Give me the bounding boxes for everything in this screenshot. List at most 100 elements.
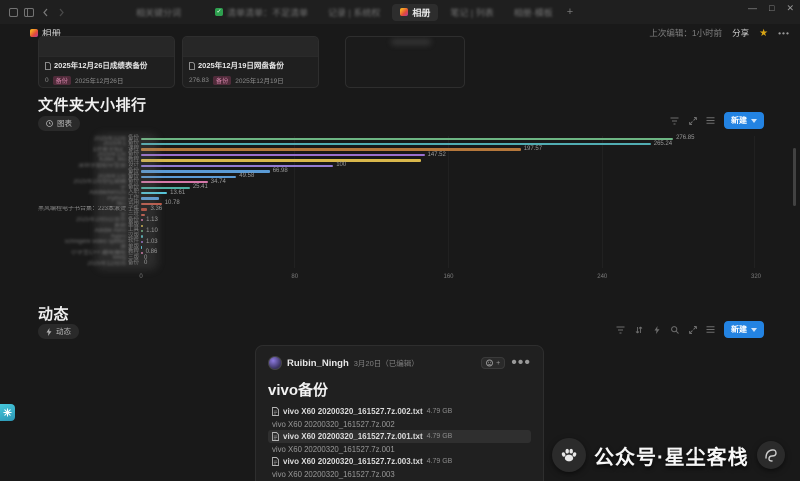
- expand-icon[interactable]: [687, 115, 698, 126]
- filter-icon[interactable]: [615, 324, 626, 335]
- file-row[interactable]: vivo X60 20200320_161527.7z.003.txt4.79 …: [268, 455, 531, 468]
- feed-more-icon[interactable]: •••: [511, 354, 531, 372]
- chevron-down-icon: [751, 119, 757, 123]
- chevron-down-icon: [751, 328, 757, 332]
- tab-label: 记录 | 系统权: [328, 6, 380, 19]
- app-window: 相关键分词 ✓清单清单：不足清单记录 | 系统权相册笔记 | 列表 相册·模板 +…: [0, 0, 800, 481]
- filter-icon[interactable]: [669, 115, 680, 126]
- file-row[interactable]: vivo X60 20200320_161527.7z.002.txt4.79 …: [268, 405, 531, 418]
- watermark: 公众号·星尘客栈: [552, 438, 785, 472]
- chart-bar: [141, 235, 143, 237]
- card-backup-1219[interactable]: 2025年12月19日网盘备份 276.83 备份 2025年12月19日: [182, 36, 319, 88]
- chart-bar: [141, 165, 333, 167]
- tab-1[interactable]: 记录 | 系统权: [320, 4, 388, 21]
- title-bar: 相关键分词 ✓清单清单：不足清单记录 | 系统权相册笔记 | 列表 相册·模板 +…: [0, 0, 800, 24]
- workspace-label: 相关键分词: [136, 6, 181, 19]
- folder-size-bar-chart: 2025年12月备份276.852025年1备份265.24【评审字帖】课程19…: [38, 136, 756, 268]
- chart-bar: [141, 176, 236, 178]
- watermark-logo-icon: [757, 441, 785, 469]
- menu-icon[interactable]: [705, 324, 716, 335]
- new-tab-button[interactable]: +: [561, 6, 579, 18]
- chart-bar: [141, 197, 159, 199]
- share-button[interactable]: 分享: [732, 27, 749, 39]
- chart-bar-track: 0: [141, 261, 756, 266]
- view-pill-label: 图表: [57, 118, 72, 129]
- sidebar-toggle-icon[interactable]: [24, 7, 34, 17]
- add-reaction-button[interactable]: +: [481, 357, 505, 369]
- chart-bar: [141, 241, 143, 243]
- chart-bar: [141, 170, 270, 172]
- floating-tool-icon[interactable]: [0, 404, 15, 421]
- back-icon[interactable]: [40, 7, 50, 17]
- file-size: 4.79 GB: [427, 408, 453, 415]
- card-badge: 备份: [213, 76, 231, 85]
- file-row[interactable]: vivo X60 20200320_161527.7z.001.txt4.79 …: [268, 430, 531, 443]
- card-dark[interactable]: [345, 36, 465, 88]
- file-icon: [45, 62, 51, 70]
- tab-0[interactable]: ✓清单清单：不足清单: [207, 4, 316, 21]
- card-backup-1226[interactable]: 2025年12月26日成绩表备份 0 备份 2025年12月26日: [38, 36, 175, 88]
- chart-row-label: 2025年12月05: [38, 261, 126, 267]
- watermark-text: 公众号·星尘客栈: [594, 441, 749, 470]
- expand-icon[interactable]: [687, 324, 698, 335]
- file-icon: [272, 432, 279, 441]
- file-name: vivo X60 20200320_161527.7z.003.txt: [283, 457, 423, 466]
- view-pill-label: 动态: [56, 326, 71, 337]
- card-cover: [183, 37, 318, 57]
- photo-icon: [400, 8, 408, 16]
- view-pill-activity[interactable]: 动态: [38, 324, 79, 339]
- forward-icon[interactable]: [56, 7, 66, 17]
- maximize-button[interactable]: □: [769, 3, 774, 14]
- chart-bar: [141, 219, 143, 221]
- new-button-folder[interactable]: 新建: [724, 112, 764, 129]
- card-value: 276.83: [189, 77, 209, 84]
- chart-bar: [141, 138, 673, 140]
- tab-strip: ✓清单清单：不足清单记录 | 系统权相册笔记 | 列表 相册·模板: [207, 4, 561, 21]
- sort-icon[interactable]: [633, 324, 644, 335]
- card-date: 2025年12月19日: [235, 75, 283, 85]
- chart-bar: [141, 181, 208, 183]
- tab-3[interactable]: 笔记 | 列表: [442, 4, 501, 21]
- more-options-icon[interactable]: •••: [778, 28, 790, 38]
- search-icon[interactable]: [669, 324, 680, 335]
- chart-bar: [141, 154, 425, 156]
- chart-row-label: 深圳学励初中全部: [38, 163, 126, 169]
- minimize-button[interactable]: —: [748, 3, 757, 14]
- feed-timestamp: 3月20日（已编辑）: [354, 358, 419, 369]
- chart-row: 2025年12月05备份0: [38, 261, 756, 266]
- tab-label: 笔记 | 列表: [450, 6, 493, 19]
- page-scrollbar[interactable]: [793, 148, 796, 206]
- close-button[interactable]: ✕: [786, 3, 794, 14]
- bolt-icon[interactable]: [651, 324, 662, 335]
- feed-author[interactable]: Ruibin_Ningh: [287, 358, 349, 369]
- menu-icon[interactable]: [705, 115, 716, 126]
- file-icon: [189, 62, 195, 70]
- axis-tick: 160: [443, 274, 453, 280]
- file-icon: [272, 457, 279, 466]
- new-button-activity[interactable]: 新建: [724, 321, 764, 338]
- feed-post-title: vivo备份: [268, 379, 531, 400]
- file-icon: [272, 407, 279, 416]
- bolt-icon: [46, 328, 52, 336]
- favorite-star-icon[interactable]: ★: [759, 28, 768, 39]
- censored-text: [391, 39, 431, 45]
- file-caption: vivo X60 20200320_161527.7z.003: [268, 468, 531, 480]
- chart-row-tag: 备份: [126, 261, 141, 267]
- tab-label: 相册·模板: [514, 6, 553, 19]
- new-button-label: 新建: [731, 115, 747, 126]
- card-date: 2025年12月26日: [75, 75, 123, 85]
- new-button-label: 新建: [731, 324, 747, 335]
- chart-bar: [141, 148, 521, 150]
- chart-bar: [141, 214, 145, 216]
- tab-4[interactable]: 相册·模板: [506, 4, 561, 21]
- tab-2[interactable]: 相册: [392, 4, 438, 21]
- card-title: 2025年12月26日成绩表备份: [54, 60, 147, 71]
- card-title: 2025年12月19日网盘备份: [198, 60, 284, 71]
- activity-feed-card[interactable]: Ruibin_Ningh 3月20日（已编辑） + ••• vivo备份 viv…: [255, 345, 544, 481]
- file-caption: vivo X60 20200320_161527.7z.001: [268, 443, 531, 455]
- app-menu-icon[interactable]: [8, 7, 18, 17]
- chart-bar: [141, 252, 143, 254]
- chart-bar: [141, 208, 147, 210]
- view-pill-chart[interactable]: 图表: [38, 116, 80, 131]
- last-edited-label: 上次编辑：1小时前: [649, 27, 722, 39]
